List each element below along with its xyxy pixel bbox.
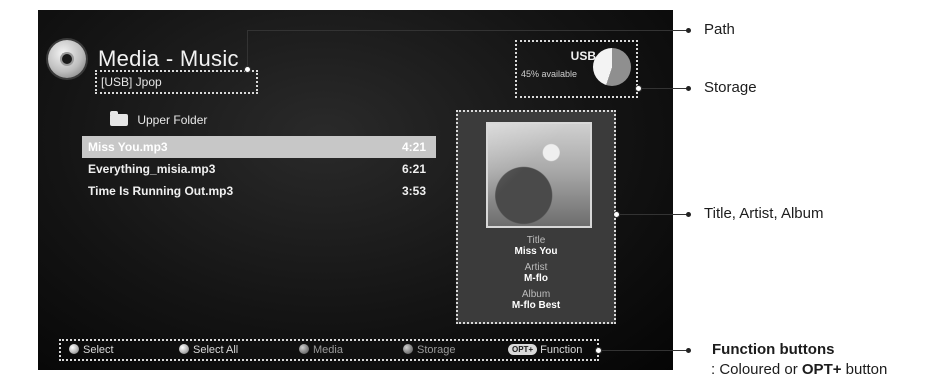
storage-button[interactable]: Storage: [403, 344, 456, 356]
function-anchor-dot: [595, 347, 602, 354]
file-duration: 3:53: [401, 184, 426, 198]
file-row[interactable]: Miss You.mp3 4:21: [82, 136, 436, 158]
artist-value: M-flo: [524, 273, 548, 284]
storage-label: Storage: [417, 344, 456, 356]
file-duration: 4:21: [401, 140, 426, 154]
artist-label: Artist: [524, 262, 548, 273]
callout-function-subtext: : Coloured or OPT+ button: [711, 361, 887, 378]
select-label: Select: [83, 344, 114, 356]
path-anchor-dot: [244, 66, 251, 73]
title-value: Miss You: [514, 246, 558, 257]
tv-screen: ♪ Media - Music [USB] Jpop USB 45% avail…: [38, 10, 673, 370]
upper-folder-label: Upper Folder: [137, 113, 208, 127]
storage-device-label: USB: [570, 49, 596, 63]
file-name: Miss You.mp3: [88, 140, 168, 154]
callout-path: Path: [704, 21, 735, 38]
function-connector: [601, 350, 687, 351]
track-info-panel: Title Miss You Artist M-flo Album M-flo …: [456, 110, 616, 324]
info-bullet: [686, 212, 691, 217]
folder-icon: [110, 111, 128, 126]
album-value: M-flo Best: [511, 300, 561, 311]
opt-plus-icon: OPT+: [508, 344, 538, 355]
storage-indicator[interactable]: USB 45% available: [515, 40, 638, 98]
media-label: Media: [313, 344, 343, 356]
yellow-button-icon: [299, 344, 309, 354]
page-title: Media - Music: [98, 46, 239, 71]
sub-suffix: button: [841, 361, 888, 378]
music-disc-icon: ♪: [48, 40, 86, 78]
storage-available-text: 45% available: [521, 69, 578, 79]
album-art: [486, 122, 592, 228]
select-all-label: Select All: [193, 344, 239, 356]
callout-function-title: Function buttons: [712, 341, 835, 358]
storage-anchor-dot: [635, 85, 642, 92]
info-connector: [620, 214, 687, 215]
sub-prefix: : Coloured or: [711, 361, 802, 378]
file-row[interactable]: Everything_misia.mp3 6:21: [82, 158, 436, 180]
callout-storage: Storage: [704, 79, 757, 96]
file-name: Everything_misia.mp3: [88, 162, 216, 176]
current-path: [USB] Jpop: [95, 70, 258, 94]
storage-pie-icon: [593, 48, 631, 86]
media-button[interactable]: Media: [299, 344, 343, 356]
path-connector: [247, 30, 248, 70]
callout-function-buttons: Function buttons: [712, 341, 834, 358]
select-button[interactable]: Select: [69, 344, 114, 356]
green-button-icon: [179, 344, 189, 354]
red-button-icon: [69, 344, 79, 354]
callout-title-artist-album: Title, Artist, Album: [704, 205, 824, 222]
path-bullet: [686, 28, 691, 33]
sub-bold: OPT+: [801, 361, 842, 378]
function-bullet: [686, 348, 691, 353]
file-row[interactable]: Time Is Running Out.mp3 3:53: [82, 180, 436, 202]
upper-folder-item[interactable]: Upper Folder: [110, 111, 208, 127]
function-label: Function: [540, 344, 583, 356]
file-name: Time Is Running Out.mp3: [88, 184, 234, 198]
function-bar: Select Select All Media Storage OPT+ Func…: [59, 339, 599, 361]
file-list: Miss You.mp3 4:21 Everything_misia.mp3 6…: [82, 136, 436, 202]
storage-bullet: [686, 86, 691, 91]
blue-button-icon: [403, 344, 413, 354]
storage-connector: [641, 88, 687, 89]
select-all-button[interactable]: Select All: [179, 344, 238, 356]
file-duration: 6:21: [401, 162, 426, 176]
info-anchor-dot: [613, 211, 620, 218]
function-button[interactable]: OPT+ Function: [508, 344, 582, 356]
path-connector-h: [247, 30, 687, 31]
album-label: Album: [521, 289, 551, 300]
title-label: Title: [526, 235, 546, 246]
